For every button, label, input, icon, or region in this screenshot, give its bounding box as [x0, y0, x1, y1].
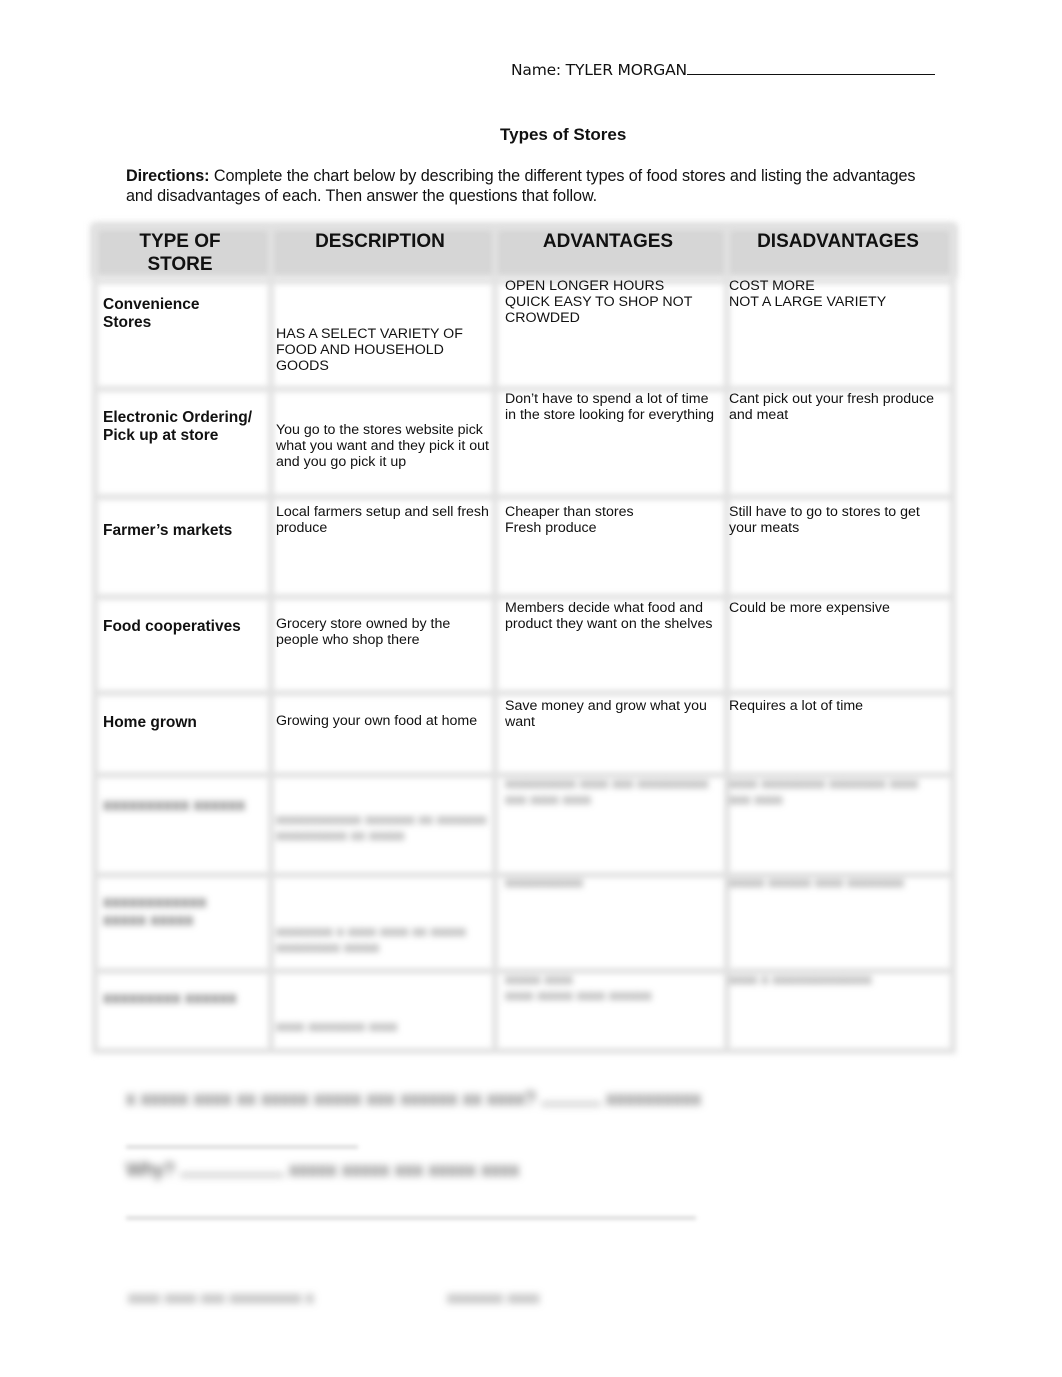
table-row-advantages: Members decide what food and product the… — [505, 600, 713, 632]
directions-label: Directions: — [126, 167, 210, 185]
table-column-divider — [268, 224, 274, 1054]
question-2-blank — [179, 1174, 284, 1176]
question-1-blank — [540, 1103, 601, 1105]
table-row-disadvantages: COST MORE NOT A LARGE VARIETY — [729, 278, 887, 310]
question-1-text: x xxxxx xxxx xx xxxxx xxxxx xxx xxxxxx x… — [126, 1089, 536, 1110]
column-header-disadvantages: DISADVANTAGES — [757, 231, 919, 252]
footer-left: xxxx xxxx xxx xxxxxxxxx x — [128, 1290, 314, 1307]
table-row-type: Farmer’s markets — [103, 522, 233, 539]
table-row-advantages: Save money and grow what you want — [505, 698, 707, 730]
student-name: Name: TYLER MORGAN — [511, 61, 687, 79]
blurred-row-type: xxxxxxxxxxxx xxxxx xxxxx — [103, 894, 207, 929]
table-row-type: Home grown — [103, 714, 197, 731]
blurred-row-advantages: xxxxx xxxx xxxx xxxxx xxxx xxxxxx — [505, 972, 652, 1004]
table-row-divider — [92, 1048, 956, 1054]
table-row-description: You go to the stores website pick what y… — [276, 422, 489, 470]
blurred-row-disadvantages: xxxx xxxxxxxxx xxxxxxxx xxxx xxx xxxx — [729, 776, 919, 808]
name-underline — [686, 59, 935, 75]
stores-table: TYPE OF STORE DESCRIPTION ADVANTAGES DIS… — [92, 224, 956, 1054]
table-row-disadvantages: Still have to go to stores to get your m… — [729, 504, 920, 536]
table-row-type: Convenience Stores — [103, 296, 200, 331]
table-row-description: Local farmers setup and sell fresh produ… — [276, 504, 489, 536]
table-row-type: Food cooperatives — [103, 618, 241, 635]
blurred-row-type: xxxxxxxxx xxxxxx — [103, 990, 237, 1007]
question-1-answer: xxxxxxxxxx — [606, 1089, 702, 1110]
question-2-answer: xxxxx xxxxx xxx xxxxx xxxx — [289, 1160, 520, 1181]
table-row-type: Electronic Ordering/ Pick up at store — [103, 409, 253, 444]
table-column-divider — [492, 224, 498, 1054]
blurred-row-advantages: xxxxxxxxxx xxxx xxx xxxxxxxxxx xxx xxxx … — [505, 776, 709, 808]
directions: Directions: Complete the chart below by … — [126, 166, 926, 206]
blurred-row-disadvantages: xxxx x xxxxxxxxxxxxxx — [729, 972, 872, 988]
table-grid-lines — [92, 224, 956, 1054]
table-row-divider — [92, 690, 956, 696]
blurred-row-description: xxxxxxxx x xxxx xxxx xx xxxxx xxxxxxxxx … — [276, 924, 466, 956]
table-row-disadvantages: Cant pick out your fresh produce and mea… — [729, 391, 935, 423]
table-row-description: Grocery store owned by the people who sh… — [276, 616, 451, 648]
table-row-disadvantages: Could be more expensive — [729, 600, 890, 616]
student-name-line: Name: TYLER MORGAN — [511, 59, 935, 79]
document-page: Name: TYLER MORGAN Types of Stores Direc… — [0, 0, 1062, 1377]
column-header-description: DESCRIPTION — [315, 231, 445, 252]
table-row-advantages: Don’t have to spend a lot of time in the… — [505, 391, 714, 423]
column-header-advantages: ADVANTAGES — [542, 231, 674, 252]
table-row-description: HAS A SELECT VARIETY OF FOOD AND HOUSEHO… — [276, 326, 463, 374]
column-header-type: TYPE OF STORE — [139, 231, 221, 275]
page-title: Types of Stores — [500, 125, 627, 144]
answer-line — [126, 1217, 696, 1219]
table-column-divider — [724, 224, 730, 1054]
table-row-disadvantages: Requires a lot of time — [729, 698, 864, 714]
blurred-row-type: xxxxxxxxxx xxxxxx — [103, 797, 246, 814]
blurred-row-advantages: xxxxxxxxxxx — [505, 875, 584, 891]
footer-right: xxxxxxx xxxx — [447, 1290, 540, 1307]
table-row-description: Growing your own food at home — [276, 713, 478, 729]
answer-line — [126, 1146, 358, 1148]
table-row-advantages: OPEN LONGER HOURS QUICK EASY TO SHOP NOT… — [505, 278, 693, 326]
question-2: Why? xxxxx xxxxx xxx xxxxx xxxx — [126, 1160, 519, 1182]
question-2-label: Why? — [126, 1160, 175, 1181]
table-column-divider — [92, 224, 98, 1054]
blurred-row-description: xxxxxxxxxxxx xxxxxxx xx xxxxxxx xxxxxxxx… — [276, 812, 487, 844]
directions-text: Complete the chart below by describing t… — [126, 167, 916, 205]
blurred-row-disadvantages: xxxxx xxxxxx xxxx xxxxxxxx — [729, 875, 904, 891]
table-row-divider — [92, 494, 956, 500]
table-row-advantages: Cheaper than stores Fresh produce — [505, 504, 634, 536]
question-1: x xxxxx xxxx xx xxxxx xxxxx xxx xxxxxx x… — [126, 1089, 701, 1111]
table-column-divider — [950, 224, 956, 1054]
blurred-row-description: xxxx xxxxxxxx xxxx — [276, 1019, 398, 1035]
